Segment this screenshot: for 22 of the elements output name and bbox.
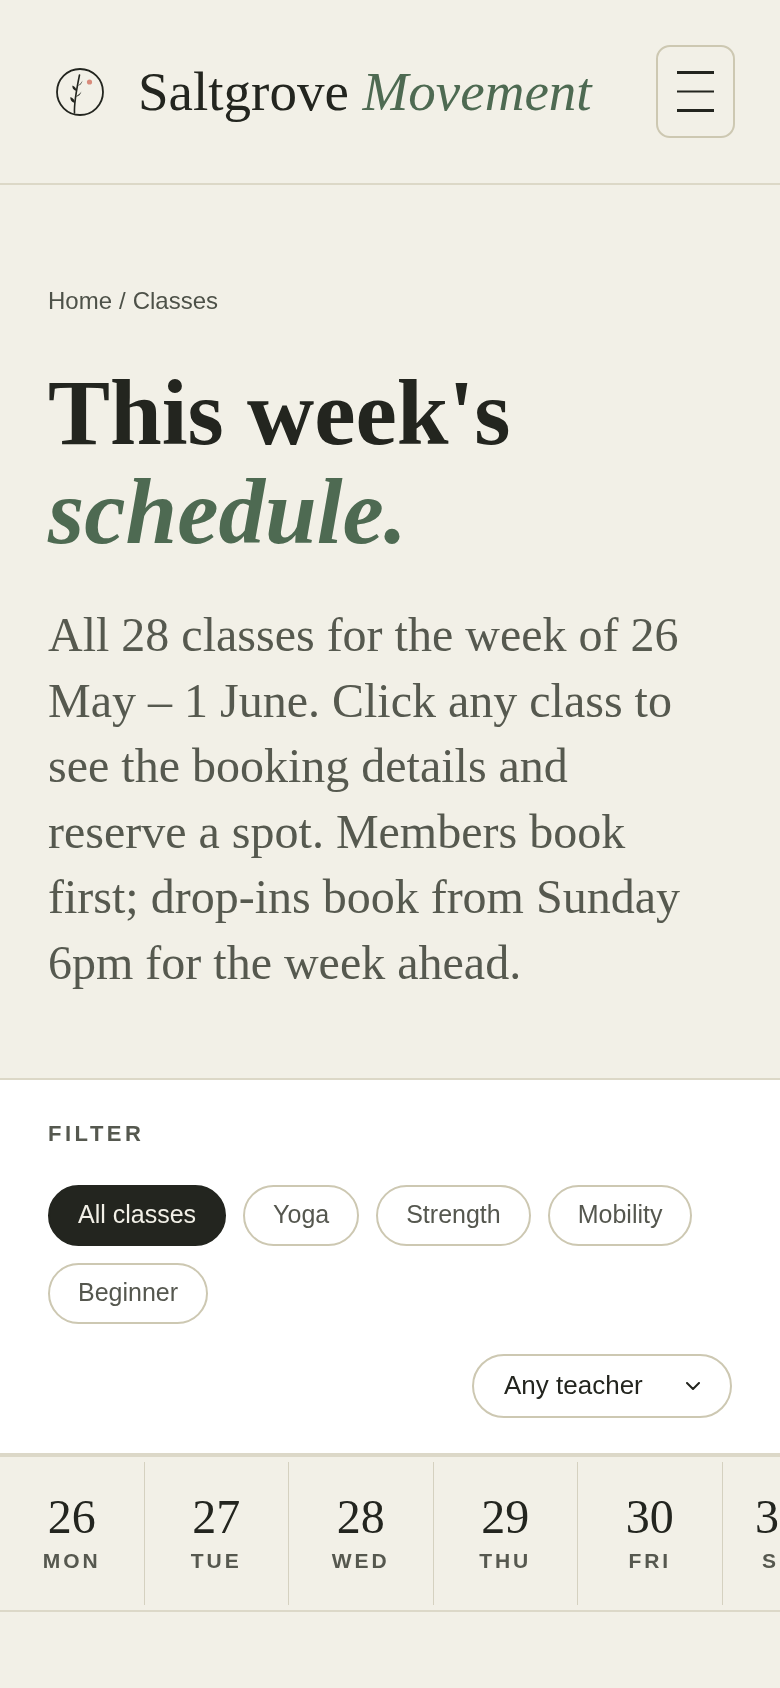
day-tab[interactable]: 26 MON	[0, 1456, 144, 1610]
breadcrumb-current: Classes	[132, 286, 219, 316]
day-tab[interactable]: 3 S	[722, 1456, 780, 1610]
chevron-down-icon	[686, 1381, 700, 1390]
filter-chip[interactable]: All classes	[48, 1184, 227, 1246]
page-title: This week's schedule.	[48, 363, 512, 561]
day-tab[interactable]: 30 FRI	[578, 1456, 722, 1610]
teacher-select[interactable]: Any teacher	[472, 1353, 732, 1418]
filter-label: FILTER	[48, 1119, 146, 1148]
day-tab[interactable]: 29 THU	[433, 1456, 577, 1610]
breadcrumb-link[interactable]: Home	[48, 285, 113, 317]
day-tab[interactable]: 28 WED	[289, 1456, 433, 1610]
filter-chip[interactable]: Yoga	[243, 1184, 360, 1246]
filter-chip[interactable]: Mobility	[547, 1184, 693, 1246]
menu-button[interactable]	[656, 45, 735, 138]
filter-chip[interactable]: Beginner	[48, 1262, 209, 1324]
sprig-logo-icon[interactable]	[56, 67, 104, 116]
filter-chip[interactable]: Strength	[376, 1184, 531, 1246]
breadcrumb-separator: /	[119, 286, 126, 316]
menu-icon	[677, 71, 714, 112]
intro-paragraph: All 28 classes for the week of 26 May – 1 June. Click any class to see the booking details and reserve a spot. Members book first; drop-ins book from Sunday 6pm for the week ahead.	[48, 607, 681, 991]
day-tab[interactable]: 27 TUE	[144, 1456, 288, 1610]
